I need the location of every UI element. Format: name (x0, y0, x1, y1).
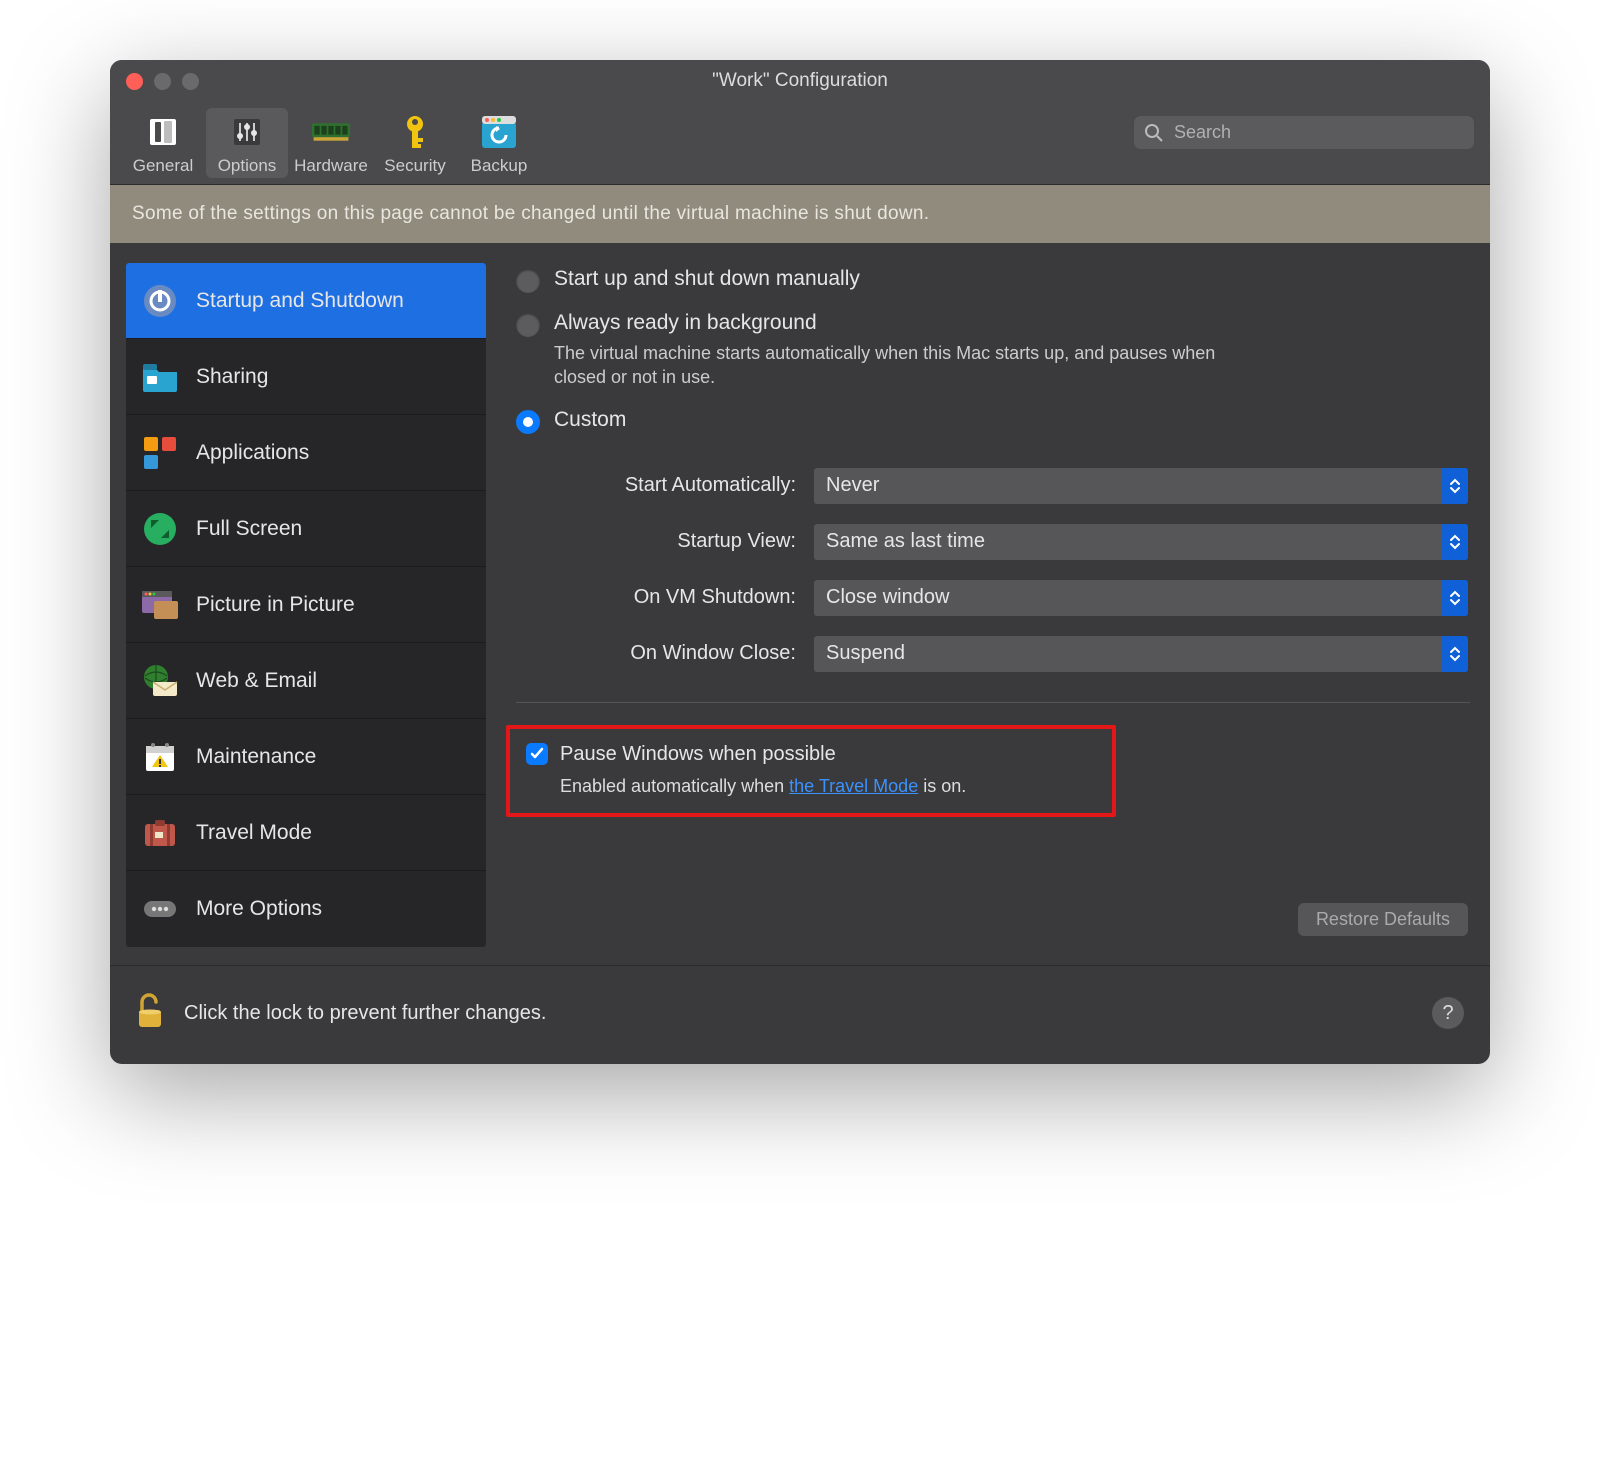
tab-hardware[interactable]: Hardware (290, 108, 372, 178)
select-value: Never (814, 474, 879, 497)
select-value: Suspend (814, 642, 905, 665)
sidebar-item-label: Web & Email (196, 669, 317, 693)
tab-general[interactable]: General (122, 108, 204, 178)
highlighted-region: Pause Windows when possible Enabled auto… (506, 725, 1116, 817)
titlebar: "Work" Configuration (110, 60, 1490, 102)
close-window-button[interactable] (126, 73, 143, 90)
sidebar-item-label: Full Screen (196, 517, 302, 541)
calendar-warning-icon (140, 737, 180, 777)
field-label: Startup View: (516, 530, 796, 553)
tab-security[interactable]: Security (374, 108, 456, 178)
checkbox-description: Enabled automatically when the Travel Mo… (560, 776, 1098, 797)
window-controls (126, 73, 199, 90)
window-title: "Work" Configuration (712, 70, 888, 92)
sidebar-item-label: More Options (196, 897, 322, 921)
sidebar-item-label: Travel Mode (196, 821, 312, 845)
more-icon (140, 889, 180, 929)
configuration-window: "Work" Configuration General Options Har… (110, 60, 1490, 1064)
search-icon (1144, 123, 1164, 143)
question-icon: ? (1442, 1002, 1453, 1025)
sidebar-item-label: Applications (196, 441, 309, 465)
chevron-updown-icon (1442, 524, 1468, 560)
switch-icon (143, 112, 183, 152)
sidebar-item-sharing[interactable]: Sharing (126, 339, 486, 415)
lock-text: Click the lock to prevent further change… (184, 1002, 546, 1025)
suitcase-icon (140, 813, 180, 853)
help-button[interactable]: ? (1432, 997, 1464, 1029)
on-window-close-select[interactable]: Suspend (814, 636, 1468, 672)
field-label: On VM Shutdown: (516, 586, 796, 609)
radio-background[interactable]: Always ready in background The virtual m… (516, 311, 1474, 390)
sidebar-item-maintenance[interactable]: Maintenance (126, 719, 486, 795)
folder-icon (140, 357, 180, 397)
minimize-window-button[interactable] (154, 73, 171, 90)
on-vm-shutdown-select[interactable]: Close window (814, 580, 1468, 616)
radio-description: The virtual machine starts automatically… (554, 341, 1254, 390)
select-value: Close window (814, 586, 949, 609)
search-field[interactable] (1134, 116, 1474, 149)
chevron-updown-icon (1442, 636, 1468, 672)
sidebar-item-travel-mode[interactable]: Travel Mode (126, 795, 486, 871)
sliders-icon (227, 112, 267, 152)
globe-mail-icon (140, 661, 180, 701)
chevron-updown-icon (1442, 580, 1468, 616)
tab-backup[interactable]: Backup (458, 108, 540, 178)
travel-mode-link[interactable]: the Travel Mode (789, 776, 918, 796)
pause-windows-row[interactable]: Pause Windows when possible (526, 743, 1098, 766)
ram-icon (311, 112, 351, 152)
sidebar-item-applications[interactable]: Applications (126, 415, 486, 491)
checkbox-label: Pause Windows when possible (560, 743, 836, 766)
search-input[interactable] (1172, 121, 1464, 144)
sidebar: Startup and Shutdown Sharing Application… (126, 263, 486, 947)
backup-icon (479, 112, 519, 152)
tab-options[interactable]: Options (206, 108, 288, 178)
apps-icon (140, 433, 180, 473)
radio-label: Always ready in background (554, 311, 1254, 335)
sidebar-item-full-screen[interactable]: Full Screen (126, 491, 486, 567)
radio-button[interactable] (516, 269, 540, 293)
fullscreen-icon (140, 509, 180, 549)
sidebar-item-label: Sharing (196, 365, 268, 389)
radio-custom[interactable]: Custom (516, 408, 1474, 434)
radio-label: Start up and shut down manually (554, 267, 860, 291)
pip-icon (140, 585, 180, 625)
sidebar-item-more-options[interactable]: More Options (126, 871, 486, 947)
sidebar-item-web-email[interactable]: Web & Email (126, 643, 486, 719)
lock-icon[interactable] (134, 990, 166, 1036)
divider (516, 702, 1470, 703)
restore-defaults-button[interactable]: Restore Defaults (1298, 903, 1468, 936)
warning-banner: Some of the settings on this page cannot… (110, 185, 1490, 243)
radio-label: Custom (554, 408, 626, 432)
sidebar-item-label: Picture in Picture (196, 593, 355, 617)
radio-manual[interactable]: Start up and shut down manually (516, 267, 1474, 293)
select-value: Same as last time (814, 530, 985, 553)
start-automatically-select[interactable]: Never (814, 468, 1468, 504)
sidebar-item-picture-in-picture[interactable]: Picture in Picture (126, 567, 486, 643)
zoom-window-button[interactable] (182, 73, 199, 90)
radio-button[interactable] (516, 410, 540, 434)
check-icon (530, 747, 544, 761)
power-icon (140, 281, 180, 321)
checkbox[interactable] (526, 743, 548, 765)
chevron-updown-icon (1442, 468, 1468, 504)
sidebar-item-startup-shutdown[interactable]: Startup and Shutdown (126, 263, 486, 339)
sidebar-item-label: Startup and Shutdown (196, 289, 404, 313)
radio-button[interactable] (516, 313, 540, 337)
main-panel: Start up and shut down manually Always r… (516, 263, 1474, 947)
lock-footer: Click the lock to prevent further change… (110, 965, 1490, 1064)
field-label: On Window Close: (516, 642, 796, 665)
field-label: Start Automatically: (516, 474, 796, 497)
sidebar-item-label: Maintenance (196, 745, 316, 769)
startup-view-select[interactable]: Same as last time (814, 524, 1468, 560)
toolbar: General Options Hardware Security Backup (110, 102, 1490, 185)
key-icon (395, 112, 435, 152)
